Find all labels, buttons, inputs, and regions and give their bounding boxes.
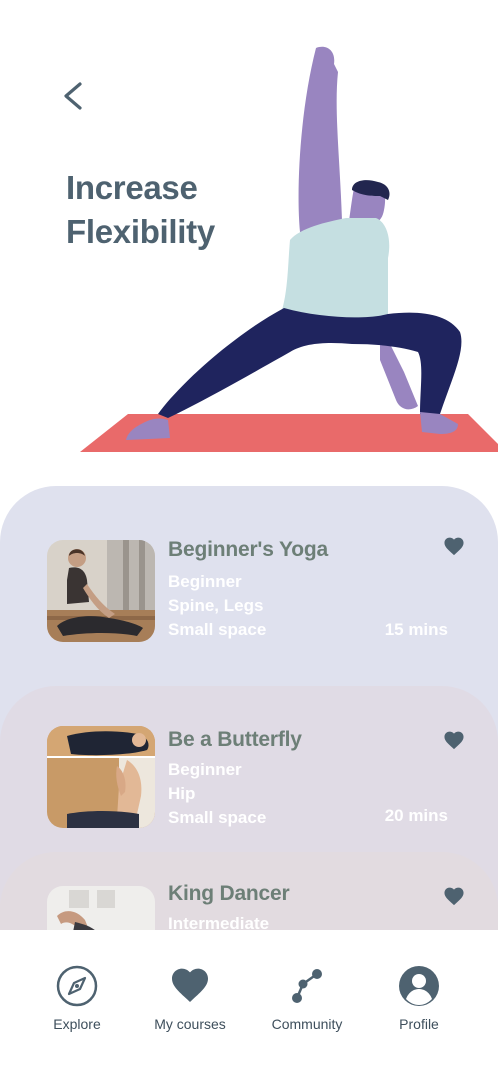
course-thumbnail (47, 726, 155, 828)
course-title: Be a Butterfly (168, 728, 302, 751)
course-focus: Spine, Legs (168, 596, 264, 615)
heart-icon[interactable] (443, 536, 465, 556)
dancer-pose-photo-icon (47, 886, 155, 936)
course-space: Small space (168, 620, 267, 639)
meditation-photo-icon (47, 540, 155, 642)
nav-label: My courses (154, 1016, 226, 1032)
yoga-pose-illustration (80, 46, 498, 452)
nav-label: Community (271, 1016, 343, 1032)
heart-icon[interactable] (443, 886, 465, 906)
course-thumbnail (47, 540, 155, 642)
bottom-navigation: Explore My courses Community Profile (0, 930, 498, 1080)
butterfly-pose-photo-icon (47, 726, 155, 828)
network-icon (292, 969, 322, 1003)
course-duration: 15 mins (384, 620, 448, 639)
nav-my-courses[interactable]: My courses (135, 964, 245, 1034)
course-focus: Hip (168, 784, 196, 803)
course-title: King Dancer (168, 882, 290, 905)
course-thumbnail (47, 886, 155, 936)
course-space: Small space (168, 808, 267, 827)
nav-profile[interactable]: Profile (364, 964, 474, 1034)
nav-community[interactable]: Community (252, 964, 362, 1034)
nav-label: Explore (53, 1016, 101, 1032)
course-level: Beginner (168, 572, 242, 591)
heart-icon (172, 968, 208, 1002)
course-card-king-dancer[interactable]: King Dancer Intermediate (0, 852, 498, 936)
heart-icon[interactable] (443, 730, 465, 750)
nav-explore[interactable]: Explore (22, 964, 132, 1034)
compass-icon (56, 965, 98, 1007)
course-duration: 20 mins (384, 806, 448, 825)
course-level: Beginner (168, 760, 242, 779)
hero-section: Increase Flexibility (0, 0, 498, 480)
nav-label: Profile (399, 1016, 439, 1032)
user-avatar-icon (399, 966, 439, 1006)
course-title: Beginner's Yoga (168, 538, 328, 561)
course-list: Beginner's Yoga Beginner Spine, Legs Sma… (0, 486, 498, 936)
